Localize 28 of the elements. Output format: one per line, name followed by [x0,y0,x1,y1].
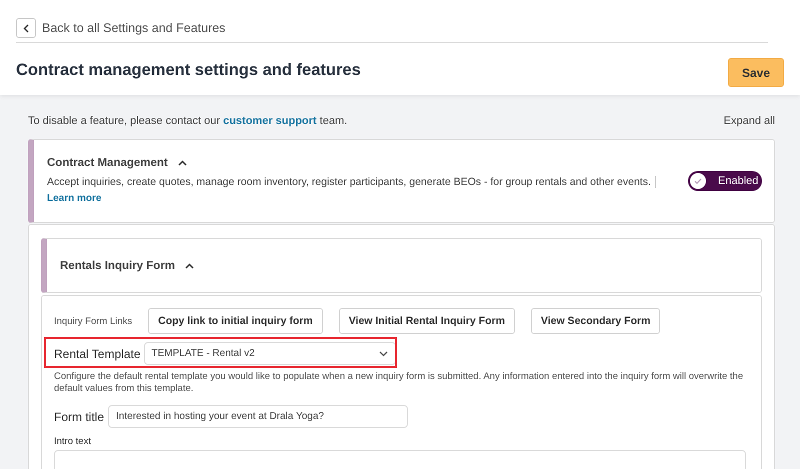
field-label: Rental Template [54,346,140,360]
page-title: Contract management settings and features [16,60,361,80]
template-dropdown[interactable]: TEMPLATE - Rental v2 [144,342,396,365]
check-icon [690,173,706,189]
help-text: Configure the default rental template you would like to populate when a new inquiry form is submitted. Any information entered into the inquiry form will overwrite the default values from this template. [54,371,744,395]
save-button[interactable]: Save [728,58,784,87]
enabled-toggle[interactable]: Enabled [688,171,762,191]
learn-more-link[interactable]: Learn more [47,192,102,204]
field-label: Form title [54,410,104,424]
intro-text-field[interactable] [54,450,746,469]
form-link-button[interactable]: Copy link to initial inquiry form [148,308,323,334]
chevron-left-icon [23,24,29,32]
expand-all-link[interactable]: Expand all [724,115,775,127]
feature-title: Contract Management [47,156,168,168]
support-notice: To disable a feature, please contact our customer support team. [28,115,348,127]
customer-support-link[interactable]: customer support [223,115,317,127]
form-link-button[interactable]: View Initial Rental Inquiry Form [338,308,515,334]
section-title: Rentals Inquiry Form [60,260,176,272]
feature-description: Accept inquiries, create quotes, manage room inventory, register participants, generate BEOs - for group rentals and other events. [47,176,656,188]
caret-icon[interactable] [178,160,187,166]
chevron-down-icon [378,350,388,356]
form-link-button[interactable]: View Secondary Form [530,308,660,334]
links-label: Inquiry Form Links [54,316,132,326]
form-title-field[interactable]: Interested in hosting your event at Drala Yoga? [108,405,408,428]
back-link[interactable]: Back to all Settings and Features [42,21,226,35]
caret-icon[interactable] [185,262,194,268]
field-label: Intro text [54,436,92,447]
back-button[interactable] [16,18,36,38]
